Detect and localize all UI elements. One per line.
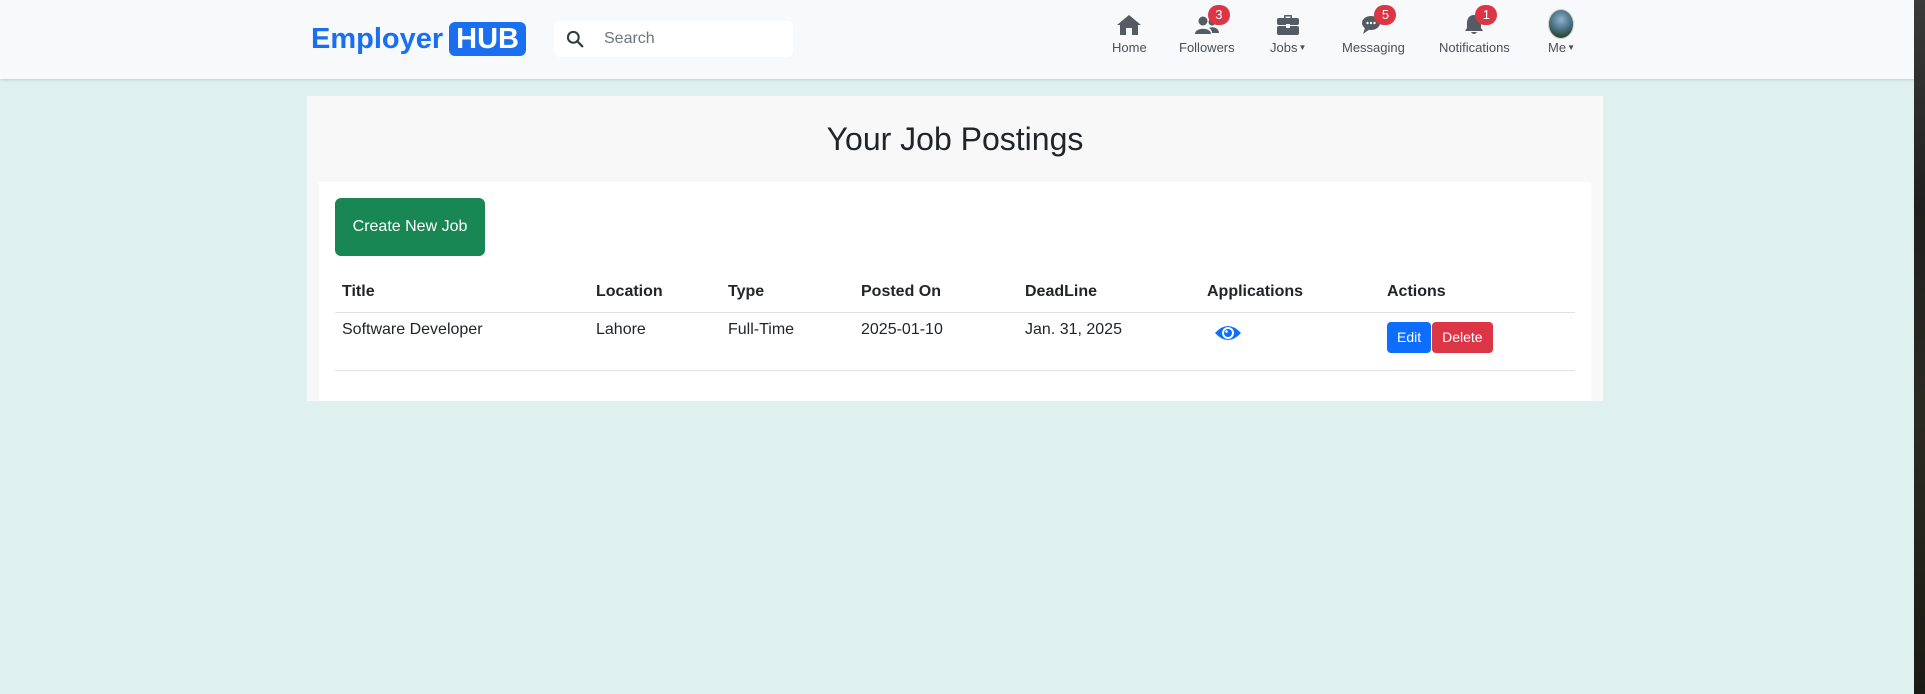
column-header-deadline: DeadLine xyxy=(1018,272,1200,313)
eye-icon xyxy=(1215,325,1241,340)
column-header-actions: Actions xyxy=(1380,272,1575,313)
chevron-down-icon: ▼ xyxy=(1298,43,1307,52)
job-postings-card: Your Job Postings Create New Job Title L… xyxy=(307,96,1603,401)
search-box xyxy=(554,21,793,57)
job-postings-panel: Create New Job Title Location Type Poste… xyxy=(319,182,1591,401)
search-icon xyxy=(566,30,584,48)
brand-badge: HUB xyxy=(449,22,527,56)
search-input[interactable] xyxy=(604,30,774,48)
nav-jobs[interactable]: Jobs▼ xyxy=(1270,12,1306,62)
nav-home-label: Home xyxy=(1112,40,1147,55)
table-header-row: Title Location Type Posted On DeadLine A… xyxy=(335,272,1575,313)
nav-notifications-label: Notifications xyxy=(1439,40,1510,55)
brand-logo[interactable]: Employer HUB xyxy=(311,22,527,56)
nav-followers[interactable]: 3 Followers xyxy=(1179,5,1235,62)
cell-type: Full-Time xyxy=(721,312,854,371)
page-title: Your Job Postings xyxy=(826,121,1084,157)
column-header-title: Title xyxy=(335,272,589,313)
nav-home[interactable]: Home xyxy=(1112,12,1147,62)
nav-me[interactable]: Me▼ xyxy=(1548,9,1575,62)
briefcase-icon xyxy=(1277,15,1300,35)
cell-actions: Edit Delete xyxy=(1380,312,1575,371)
cell-location: Lahore xyxy=(589,312,721,371)
brand-text: Employer xyxy=(311,22,444,55)
column-header-posted-on: Posted On xyxy=(854,272,1018,313)
cell-title: Software Developer xyxy=(335,312,589,371)
nav-messaging-label: Messaging xyxy=(1342,40,1405,55)
nav-notifications[interactable]: 1 Notifications xyxy=(1439,5,1510,62)
cell-posted-on: 2025-01-10 xyxy=(854,312,1018,371)
cell-deadline: Jan. 31, 2025 xyxy=(1018,312,1200,371)
job-postings-table: Title Location Type Posted On DeadLine A… xyxy=(335,272,1575,371)
notifications-badge: 1 xyxy=(1475,5,1498,25)
column-header-type: Type xyxy=(721,272,854,313)
column-header-applications: Applications xyxy=(1200,272,1380,313)
view-applications-link[interactable] xyxy=(1214,323,1242,348)
followers-badge: 3 xyxy=(1207,5,1230,25)
column-header-location: Location xyxy=(589,272,721,313)
edit-button[interactable]: Edit xyxy=(1387,321,1432,353)
nav-messaging[interactable]: 5 Messaging xyxy=(1342,5,1405,62)
cell-applications xyxy=(1200,312,1380,371)
nav-me-label: Me▼ xyxy=(1548,40,1575,55)
window-edge xyxy=(1914,0,1925,694)
top-navbar: Employer HUB Home 3 Followers xyxy=(0,0,1914,79)
home-icon xyxy=(1117,15,1142,35)
messaging-badge: 5 xyxy=(1374,5,1397,25)
delete-button[interactable]: Delete xyxy=(1432,321,1493,353)
nav-jobs-label: Jobs▼ xyxy=(1270,40,1307,55)
avatar xyxy=(1548,9,1575,39)
chevron-down-icon: ▼ xyxy=(1567,43,1575,52)
nav-followers-label: Followers xyxy=(1179,40,1235,55)
create-new-job-button[interactable]: Create New Job xyxy=(335,198,485,256)
table-row: Software Developer Lahore Full-Time 2025… xyxy=(335,312,1575,371)
